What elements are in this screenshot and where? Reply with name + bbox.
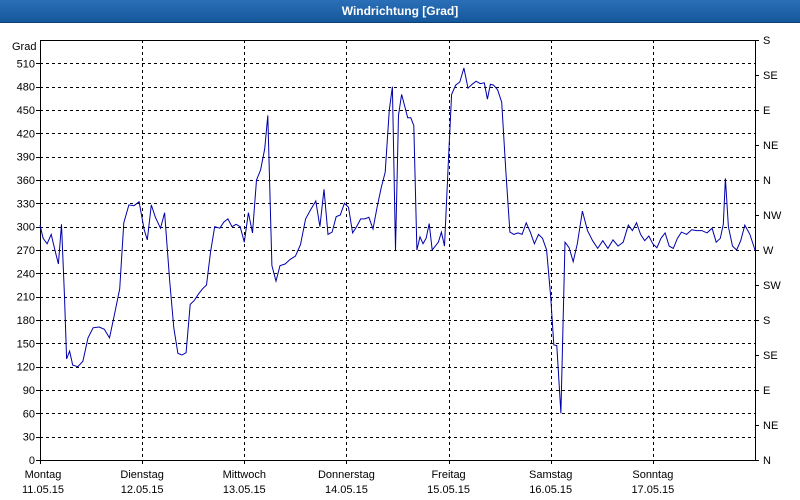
y-axis-label: Grad — [12, 41, 36, 53]
compass-tick-label: E — [763, 105, 770, 117]
chart-grid — [40, 40, 755, 460]
wind-direction-chart: 0 30 60 90 120 150 180 210 240 270 300 330 360 390 420… — [12, 35, 782, 496]
y-tick-label: 450 — [17, 105, 35, 117]
y-tick-label: 30 — [23, 432, 35, 444]
compass-tick-label: S — [763, 35, 770, 47]
y-tick-label: 510 — [17, 58, 35, 70]
y-tick-label: 360 — [17, 175, 35, 187]
x-tick-day: Freitag — [431, 469, 465, 481]
compass-tick-label: W — [763, 245, 774, 257]
x-tick-day: Montag — [25, 469, 62, 481]
y-tick-label: 240 — [17, 268, 35, 280]
y-tick-label: 180 — [17, 315, 35, 327]
compass-tick-label: SW — [763, 280, 781, 292]
x-tick-day: Dienstag — [120, 469, 163, 481]
x-tick-date: 11.05.15 — [22, 484, 64, 496]
x-axis: Montag 11.05.15 Dienstag 12.05.15 Mittwoch 13… — [22, 460, 674, 496]
y-tick-label: 330 — [17, 198, 35, 210]
x-tick-date: 12.05.15 — [121, 484, 164, 496]
y-tick-label: 390 — [17, 152, 35, 164]
y-tick-label: 300 — [17, 222, 35, 234]
y-tick-label: 60 — [23, 408, 35, 420]
compass-tick-label: N — [763, 455, 771, 467]
y-tick-label: 0 — [29, 455, 35, 467]
y-tick-label: 90 — [23, 385, 35, 397]
compass-tick-label: NE — [763, 140, 778, 152]
compass-tick-label: E — [763, 385, 770, 397]
series-line — [39, 67, 756, 414]
compass-tick-label: S — [763, 315, 770, 327]
y-tick-label: 210 — [17, 292, 35, 304]
y-tick-label: 420 — [17, 128, 35, 140]
x-tick-date: 14.05.15 — [325, 484, 368, 496]
x-tick-day: Sonntag — [632, 469, 673, 481]
x-tick-date: 13.05.15 — [223, 484, 266, 496]
y-tick-label: 270 — [17, 245, 35, 257]
x-tick-day: Donnerstag — [318, 469, 375, 481]
x-tick-day: Samstag — [529, 469, 572, 481]
y-tick-label: 480 — [17, 82, 35, 94]
y-axis-right: N NE E SE S SW W NW N NE E SE S — [755, 35, 782, 467]
x-tick-date: 15.05.15 — [427, 484, 470, 496]
x-tick-day: Mittwoch — [223, 469, 266, 481]
x-tick-date: 16.05.15 — [529, 484, 572, 496]
compass-tick-label: SE — [763, 70, 778, 82]
y-axis-left: 0 30 60 90 120 150 180 210 240 270 300 330 360 390 420… — [17, 58, 40, 467]
compass-tick-label: NE — [763, 420, 778, 432]
y-tick-label: 120 — [17, 362, 35, 374]
x-tick-date: 17.05.15 — [631, 484, 674, 496]
window-title: Windrichtung [Grad] — [0, 0, 800, 23]
y-tick-label: 150 — [17, 338, 35, 350]
compass-tick-label: SE — [763, 350, 778, 362]
compass-tick-label: N — [763, 175, 771, 187]
compass-tick-label: NW — [763, 210, 782, 222]
